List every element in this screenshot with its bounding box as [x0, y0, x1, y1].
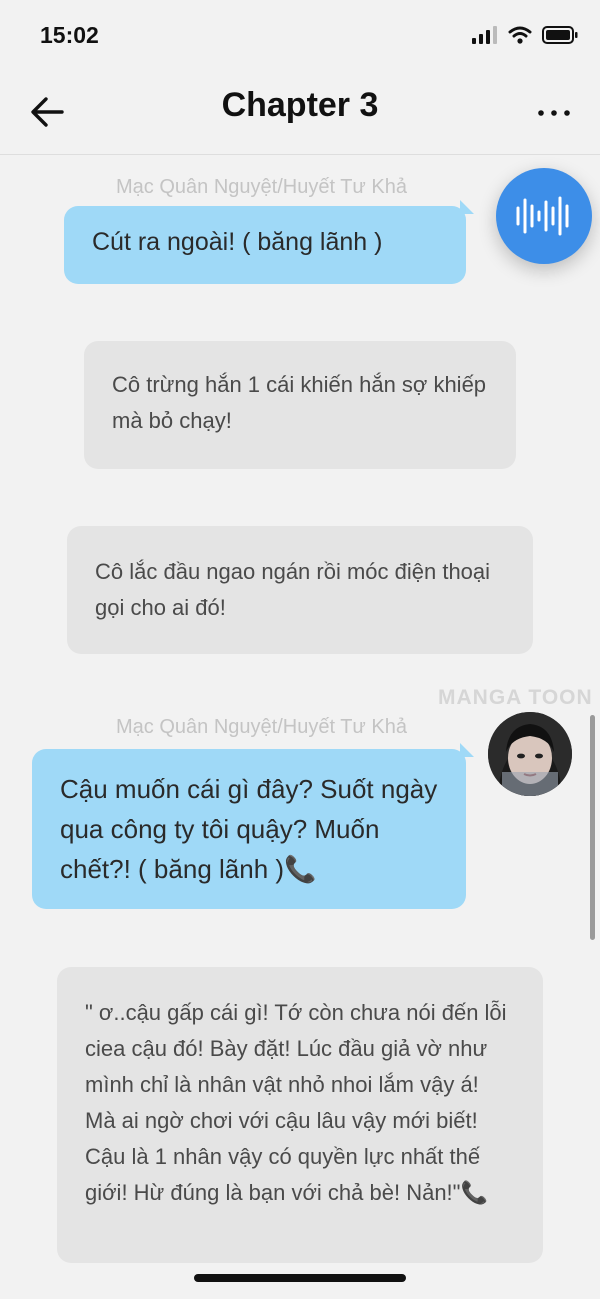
sender-name: Mạc Quân Nguyệt/Huyết Tư Khả — [116, 176, 407, 198]
message-text: Cút ra ngoài! ( băng lãnh ) — [92, 228, 383, 256]
battery-icon — [542, 26, 578, 44]
narration-box: " ơ..cậu gấp cái gì! Tớ còn chưa nói đến… — [57, 967, 543, 1263]
more-button[interactable] — [536, 98, 572, 128]
message-text: Cậu muốn cái gì đây? Suốt ngày qua công … — [60, 774, 438, 884]
page-title: Chapter 3 — [221, 86, 379, 124]
nav-bar: Chapter 3 — [0, 72, 600, 155]
audio-button[interactable] — [496, 168, 592, 264]
signal-icon — [472, 26, 497, 44]
status-time: 15:02 — [40, 22, 99, 48]
narration-box: Cô trừng hắn 1 cái khiến hắn sợ khiếp mà… — [84, 341, 516, 469]
status-bar: 15:02 — [0, 0, 600, 72]
narration-text: " ơ..cậu gấp cái gì! Tớ còn chưa nói đến… — [85, 1000, 507, 1205]
avatar-image — [488, 712, 572, 796]
more-horizontal-icon — [538, 110, 570, 116]
sender-name: Mạc Quân Nguyệt/Huyết Tư Khả — [116, 716, 407, 738]
scrollbar[interactable] — [590, 715, 595, 940]
narration-box: Cô lắc đầu ngao ngán rồi móc điện thoại … — [67, 526, 533, 654]
avatar[interactable] — [488, 712, 572, 796]
narration-text: Cô trừng hắn 1 cái khiến hắn sợ khiếp mà… — [112, 372, 487, 433]
chat-bubble: Cậu muốn cái gì đây? Suốt ngày qua công … — [32, 743, 474, 909]
narration-text: Cô lắc đầu ngao ngán rồi móc điện thoại … — [95, 559, 491, 620]
chat-bubble: Cút ra ngoài! ( băng lãnh ) — [64, 200, 474, 284]
status-icons — [472, 26, 578, 44]
home-indicator — [194, 1274, 406, 1282]
watermark-logo: MANGA TOON — [438, 686, 593, 709]
wifi-icon — [508, 26, 532, 44]
sound-wave-icon — [516, 196, 569, 236]
